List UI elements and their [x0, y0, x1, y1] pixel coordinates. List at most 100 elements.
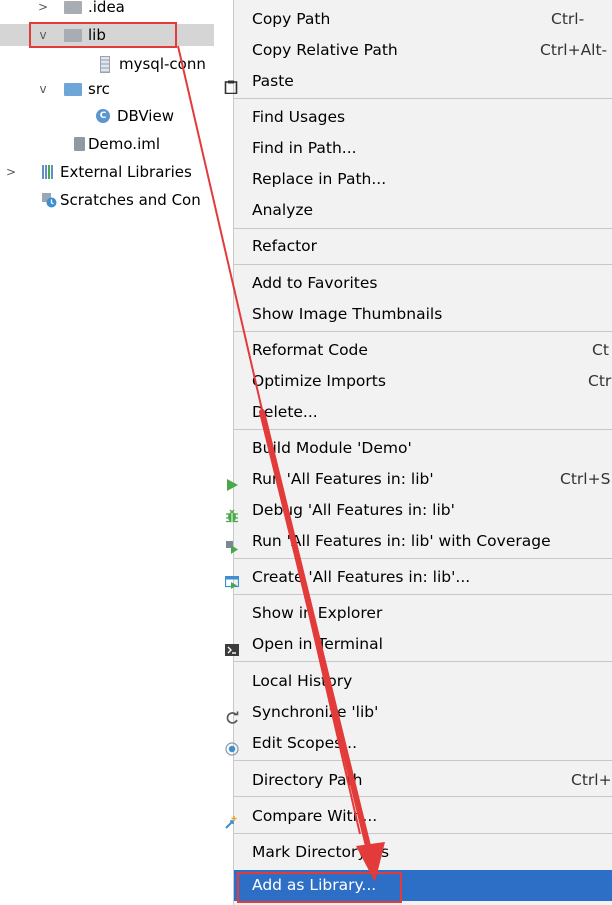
tree-item-scratches[interactable]: Scratches and Con	[0, 189, 214, 211]
paste-icon	[224, 74, 238, 95]
module-file-icon	[74, 137, 85, 151]
tree-item-label: .idea	[88, 0, 125, 16]
coverage-icon	[225, 534, 239, 554]
menu-item-label: Find in Path...	[252, 139, 357, 157]
menu-item-label: Optimize Imports	[252, 372, 386, 390]
menu-item-copy-relative-path[interactable]: Copy Relative Path Ctrl+Alt-	[234, 35, 612, 66]
menu-item-label: Find Usages	[252, 108, 346, 126]
menu-item-optimize-imports[interactable]: Optimize Imports Ctr	[234, 366, 612, 397]
menu-separator	[234, 558, 612, 559]
expand-arrow-icon[interactable]: >	[4, 161, 18, 183]
menu-item-shortcut: Ct	[592, 341, 609, 359]
menu-item-label: Replace in Path...	[252, 170, 387, 188]
menu-item-shortcut: Ctrl+Alt-	[540, 41, 608, 59]
menu-item-label: Local History	[252, 672, 353, 690]
lib-highlight-box	[29, 22, 177, 48]
tree-item-label: Demo.iml	[88, 135, 161, 153]
class-icon: C	[96, 109, 110, 123]
menu-item-shortcut: Ctr	[588, 372, 612, 390]
menu-item-label: Add to Favorites	[252, 274, 378, 292]
tree-item-src[interactable]: v src	[0, 78, 214, 100]
menu-item-label: Show in Explorer	[252, 604, 383, 622]
menu-item-label: Copy Path	[252, 10, 331, 28]
menu-item-run-with-coverage[interactable]: Run 'All Features in: lib' with Coverage	[226, 526, 612, 557]
menu-item-label: Open in Terminal	[252, 635, 383, 653]
source-folder-icon	[64, 83, 82, 96]
menu-item-label: Synchronize 'lib'	[252, 703, 379, 721]
menu-item-find-in-path[interactable]: Find in Path...	[234, 133, 612, 164]
tree-item-demo-iml[interactable]: Demo.iml	[0, 133, 214, 155]
context-menu: Copy Path Ctrl- Copy Relative Path Ctrl+…	[224, 0, 612, 905]
menu-item-label: Debug 'All Features in: lib'	[252, 501, 455, 519]
menu-separator	[234, 833, 612, 834]
menu-separator	[234, 264, 612, 265]
menu-item-label: Reformat Code	[252, 341, 368, 359]
menu-item-label: Mark Directory as	[252, 843, 390, 861]
menu-item-label: Paste	[252, 72, 294, 90]
scratches-icon	[41, 192, 57, 208]
menu-separator	[234, 661, 612, 662]
menu-item-synchronize[interactable]: Synchronize 'lib'	[226, 697, 612, 728]
menu-separator	[234, 796, 612, 797]
tree-item-mysql-connector[interactable]: mysql-conn	[0, 53, 214, 75]
jar-icon	[100, 56, 110, 73]
menu-item-label: Show Image Thumbnails	[252, 305, 443, 323]
menu-item-label: Create 'All Features in: lib'...	[252, 568, 471, 586]
menu-item-label: Run 'All Features in: lib'	[252, 470, 434, 488]
menu-separator	[234, 98, 612, 99]
create-config-icon	[224, 570, 240, 589]
menu-item-reformat-code[interactable]: Reformat Code Ct	[234, 335, 612, 366]
menu-item-create-config[interactable]: Create 'All Features in: lib'...	[224, 562, 612, 593]
tree-item-idea[interactable]: > .idea	[0, 0, 214, 18]
menu-item-refactor[interactable]: Refactor	[234, 231, 612, 262]
menu-separator	[234, 228, 612, 229]
menu-item-delete[interactable]: Delete...	[234, 397, 612, 428]
menu-item-build-module[interactable]: Build Module 'Demo'	[234, 433, 612, 464]
menu-item-open-in-terminal[interactable]: Open in Terminal	[225, 629, 612, 660]
scopes-icon	[225, 736, 239, 756]
expand-arrow-icon[interactable]: >	[36, 0, 50, 18]
terminal-icon	[225, 637, 239, 656]
menu-item-label: Edit Scopes...	[252, 734, 358, 752]
folder-icon	[64, 1, 82, 14]
menu-separator	[234, 594, 612, 595]
menu-separator	[234, 429, 612, 430]
tree-item-dbview[interactable]: C DBView	[0, 105, 214, 127]
menu-item-label: Directory Path	[252, 771, 363, 789]
menu-item-label: Delete...	[252, 403, 318, 421]
collapse-arrow-icon[interactable]: v	[36, 78, 50, 100]
menu-item-mark-directory-as[interactable]: Mark Directory as	[234, 837, 612, 868]
menu-separator	[234, 331, 612, 332]
menu-item-copy-path[interactable]: Copy Path Ctrl-	[234, 4, 612, 35]
tree-item-external-libraries[interactable]: > External Libraries	[0, 161, 214, 183]
menu-item-shortcut: Ctrl+S	[560, 470, 611, 488]
menu-item-run[interactable]: Run 'All Features in: lib' Ctrl+S	[227, 464, 612, 495]
menu-item-label: Build Module 'Demo'	[252, 439, 412, 457]
menu-item-directory-path[interactable]: Directory Path Ctrl+	[234, 765, 612, 796]
menu-item-shortcut: Ctrl-	[551, 10, 585, 28]
menu-item-show-image-thumbnails[interactable]: Show Image Thumbnails	[234, 299, 612, 330]
add-as-library-highlight-box	[237, 872, 402, 903]
menu-item-paste[interactable]: Paste	[224, 66, 612, 97]
tree-item-label: src	[88, 80, 110, 98]
menu-item-edit-scopes[interactable]: Edit Scopes...	[225, 728, 612, 759]
menu-item-local-history[interactable]: Local History	[234, 666, 612, 697]
menu-item-label: Compare With...	[252, 807, 378, 825]
libraries-icon	[42, 165, 54, 187]
menu-item-analyze[interactable]: Analyze	[234, 195, 612, 226]
menu-item-show-in-explorer[interactable]: Show in Explorer	[234, 598, 612, 629]
project-tree: > .idea v lib mysql-conn v src C DBView …	[0, 0, 214, 905]
menu-item-debug[interactable]: Debug 'All Features in: lib'	[226, 495, 612, 526]
menu-item-replace-in-path[interactable]: Replace in Path...	[234, 164, 612, 195]
menu-item-label: Run 'All Features in: lib' with Coverage	[252, 532, 551, 550]
menu-item-compare-with[interactable]: Compare With...	[225, 801, 612, 832]
menu-separator	[234, 760, 612, 761]
menu-item-find-usages[interactable]: Find Usages	[234, 102, 612, 133]
tree-item-label: Scratches and Con	[60, 191, 201, 209]
debug-icon	[225, 503, 239, 523]
compare-icon	[225, 809, 239, 829]
menu-item-label: Refactor	[252, 237, 318, 255]
menu-item-label: Analyze	[252, 201, 314, 219]
menu-item-add-to-favorites[interactable]: Add to Favorites	[234, 268, 612, 299]
menu-item-shortcut: Ctrl+	[571, 771, 612, 789]
